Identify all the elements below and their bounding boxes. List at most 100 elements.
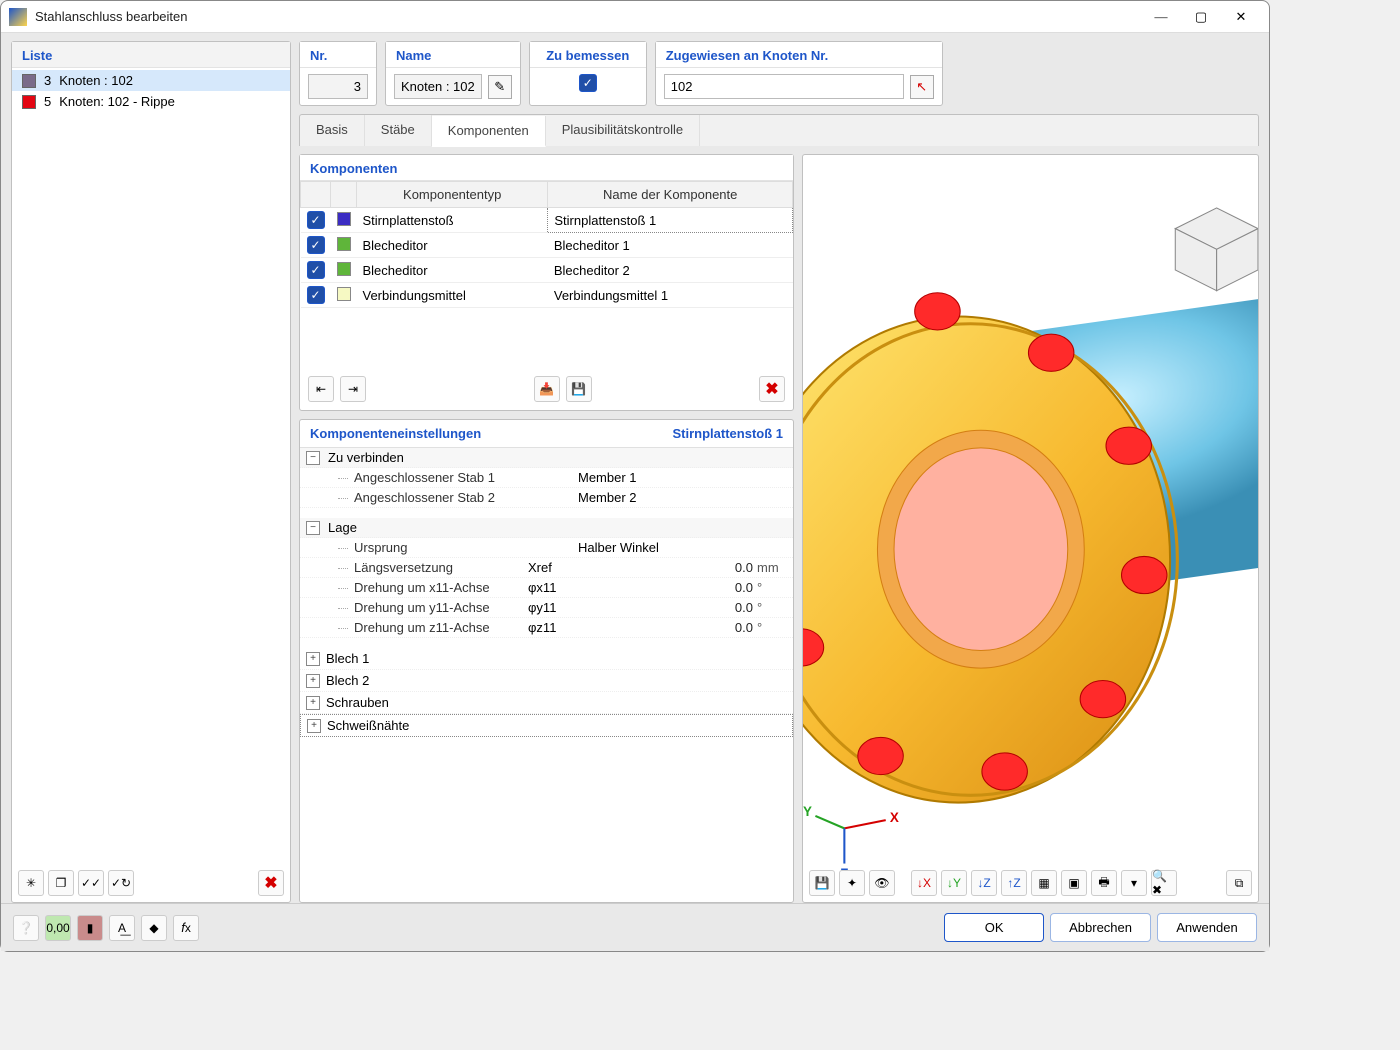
- color-button[interactable]: ▮: [77, 915, 103, 941]
- assigned-node-input[interactable]: 102: [664, 74, 904, 99]
- name-input[interactable]: Knoten : 102: [394, 74, 482, 99]
- fx-button[interactable]: fx: [173, 915, 199, 941]
- group-schrauben[interactable]: + Schrauben: [300, 692, 793, 714]
- tab-staebe[interactable]: Stäbe: [365, 115, 432, 146]
- component-row[interactable]: ✓ Blecheditor Blecheditor 2: [301, 258, 793, 283]
- row-type: Stirnplattenstoß: [357, 208, 548, 233]
- row-name: Verbindungsmittel 1: [548, 283, 793, 308]
- 3d-viewer[interactable]: X Y Z 💾 ✦ 👁 ↓X ↓Y ↓Z ↑Z ▦: [802, 154, 1259, 903]
- list-item[interactable]: 3 Knoten : 102: [12, 70, 290, 91]
- row-checkbox[interactable]: ✓: [307, 286, 325, 304]
- view-x-button[interactable]: ↓X: [911, 870, 937, 896]
- copy-entry-button[interactable]: ❐: [48, 870, 74, 896]
- minimize-button[interactable]: —: [1141, 3, 1181, 31]
- group-blech2[interactable]: + Blech 2: [300, 670, 793, 692]
- row-checkbox[interactable]: ✓: [307, 236, 325, 254]
- maximize-button[interactable]: ▢: [1181, 3, 1221, 31]
- font-button[interactable]: A͟: [109, 915, 135, 941]
- save-button[interactable]: 💾: [566, 376, 592, 402]
- move-left-button[interactable]: ⇤: [308, 376, 334, 402]
- flange-render: X Y Z: [803, 155, 1258, 902]
- axes-button[interactable]: ✦: [839, 870, 865, 896]
- row-checkbox[interactable]: ✓: [307, 261, 325, 279]
- tab-komponenten[interactable]: Komponenten: [432, 116, 546, 147]
- view-z-button[interactable]: ↓Z: [971, 870, 997, 896]
- expand-icon[interactable]: +: [307, 719, 321, 733]
- prop-symbol: φy11: [528, 600, 578, 615]
- prop-value: 0.0: [578, 560, 757, 575]
- col-name: Name der Komponente: [548, 182, 793, 208]
- zoom-reset-button[interactable]: 🔍✖: [1151, 870, 1177, 896]
- row-checkbox[interactable]: ✓: [307, 211, 325, 229]
- tab-plausibility[interactable]: Plausibilitätskontrolle: [546, 115, 700, 146]
- expand-icon[interactable]: +: [306, 652, 320, 666]
- tab-basis[interactable]: Basis: [300, 115, 365, 146]
- apply-button[interactable]: Anwenden: [1157, 913, 1257, 942]
- pick-node-button[interactable]: ↖: [910, 75, 934, 99]
- bemessen-label: Zu bemessen: [530, 42, 646, 68]
- row-color: [337, 287, 351, 301]
- nr-panel: Nr. 3: [299, 41, 377, 106]
- collapse-icon[interactable]: −: [306, 451, 320, 465]
- list-item-label: Knoten: 102 - Rippe: [59, 94, 175, 109]
- component-row[interactable]: ✓ Verbindungsmittel Verbindungsmittel 1: [301, 283, 793, 308]
- expand-icon[interactable]: +: [306, 696, 320, 710]
- property-row[interactable]: Drehung um y11-Achse φy11 0.0 °: [300, 598, 793, 618]
- expand-icon[interactable]: +: [306, 674, 320, 688]
- check-all-button[interactable]: ✓✓: [78, 870, 104, 896]
- group-lage[interactable]: − Lage: [300, 518, 793, 538]
- window-title: Stahlanschluss bearbeiten: [35, 9, 1141, 24]
- print-button[interactable]: 🖶: [1091, 870, 1117, 896]
- property-row[interactable]: Angeschlossener Stab 2 Member 2: [300, 488, 793, 508]
- component-row[interactable]: ✓ Blecheditor Blecheditor 1: [301, 233, 793, 258]
- view-y-button[interactable]: ↓Y: [941, 870, 967, 896]
- group-schweissnaehte[interactable]: + Schweißnähte: [300, 714, 793, 737]
- refresh-check-button[interactable]: ✓↻: [108, 870, 134, 896]
- new-entry-button[interactable]: ✳: [18, 870, 44, 896]
- property-row[interactable]: Angeschlossener Stab 1 Member 1: [300, 468, 793, 488]
- layer-button[interactable]: ◆: [141, 915, 167, 941]
- view-neg-z-button[interactable]: ↑Z: [1001, 870, 1027, 896]
- show-button[interactable]: 👁: [869, 870, 895, 896]
- delete-component-button[interactable]: ✖: [759, 376, 785, 402]
- nr-input[interactable]: 3: [308, 74, 368, 99]
- prop-value: Halber Winkel: [578, 540, 757, 555]
- iso-view-button[interactable]: ▦: [1031, 870, 1057, 896]
- property-row[interactable]: Drehung um x11-Achse φx11 0.0 °: [300, 578, 793, 598]
- component-row[interactable]: ✓ Stirnplattenstoß Stirnplattenstoß 1: [301, 208, 793, 233]
- property-row[interactable]: Drehung um z11-Achse φz11 0.0 °: [300, 618, 793, 638]
- list-item-num: 5: [44, 94, 51, 109]
- components-toolbar: ⇤ ⇥ 📥 💾 ✖: [300, 368, 793, 410]
- collapse-icon[interactable]: −: [306, 521, 320, 535]
- pick-arrow-icon: ↖: [916, 79, 927, 95]
- prop-label: Angeschlossener Stab 2: [328, 490, 528, 505]
- ok-button[interactable]: OK: [944, 913, 1044, 942]
- list-item[interactable]: 5 Knoten: 102 - Rippe: [12, 91, 290, 112]
- prop-label: Drehung um x11-Achse: [328, 580, 528, 595]
- row-color: [337, 237, 351, 251]
- prop-symbol: φz11: [528, 620, 578, 635]
- prop-label: Längsversetzung: [328, 560, 528, 575]
- help-button[interactable]: ❔: [13, 915, 39, 941]
- delete-entry-button[interactable]: ✖: [258, 870, 284, 896]
- cancel-button[interactable]: Abbrechen: [1050, 913, 1151, 942]
- bemessen-panel: Zu bemessen ✓: [529, 41, 647, 106]
- save-view-button[interactable]: 💾: [809, 870, 835, 896]
- bemessen-checkbox[interactable]: ✓: [579, 74, 597, 92]
- property-row[interactable]: Längsversetzung Xref 0.0 mm: [300, 558, 793, 578]
- property-row[interactable]: Ursprung Halber Winkel: [300, 538, 793, 558]
- units-button[interactable]: 0,00: [45, 915, 71, 941]
- edit-name-button[interactable]: ✎: [488, 75, 512, 99]
- pencil-icon: ✎: [494, 79, 505, 95]
- prop-value: Member 2: [578, 490, 757, 505]
- wireframe-button[interactable]: ▣: [1061, 870, 1087, 896]
- prop-symbol: Xref: [528, 560, 578, 575]
- move-right-button[interactable]: ⇥: [340, 376, 366, 402]
- print-drop-button[interactable]: ▾: [1121, 870, 1147, 896]
- prop-unit: mm: [757, 560, 787, 575]
- close-button[interactable]: ✕: [1221, 3, 1261, 31]
- group-blech1[interactable]: + Blech 1: [300, 648, 793, 670]
- import-button[interactable]: 📥: [534, 376, 560, 402]
- group-zu-verbinden[interactable]: − Zu verbinden: [300, 448, 793, 468]
- expand-viewer-button[interactable]: ⧉: [1226, 870, 1252, 896]
